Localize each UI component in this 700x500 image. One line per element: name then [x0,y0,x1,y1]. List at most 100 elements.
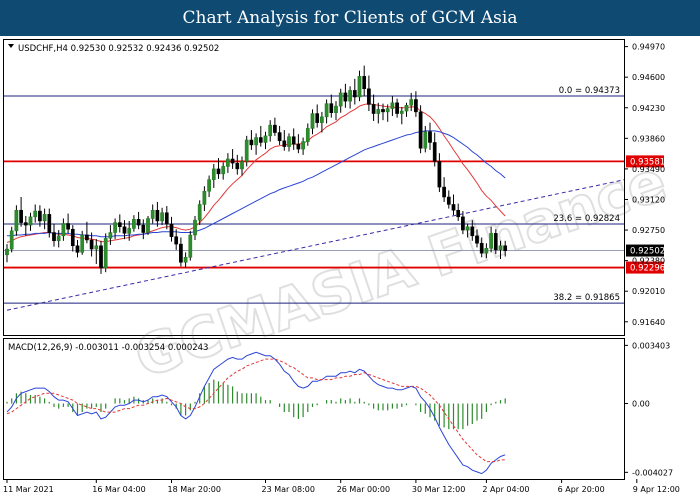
time-tick-label: 11 Mar 2021 [3,485,54,494]
candle-body [258,137,263,143]
candle-body [338,92,343,107]
candle-body [28,216,33,226]
candle-body [19,209,23,223]
candle-body [376,109,381,114]
price-tick-label: 0.91640 [632,318,665,327]
page-title: Chart Analysis for Clients of GCM Asia [182,8,518,28]
candle-body [254,137,258,146]
chart-svg: GCMASIA Finance USDCHF,H4 0.92530 0.9253… [3,39,680,494]
candle-body [399,110,404,114]
candle-body [9,230,14,250]
candle-body [94,245,99,250]
candle-body [475,235,479,244]
candle-body [85,234,89,241]
candle-body [207,179,211,192]
candle-body [80,234,85,253]
candle-body [282,140,287,147]
candle-body [89,239,94,250]
candle-body [352,90,357,98]
candle-body [66,223,70,230]
candle-body [287,136,291,147]
candle-body [432,142,437,162]
price-tick-label: 0.93860 [632,134,665,143]
candle-body [357,76,362,98]
candle-body [136,219,141,226]
macd-tick-label: 0.003403 [632,341,670,350]
macd-label: MACD(12,26,9) -0.003011 -0.003254 0.0002… [8,343,208,353]
candle-body [240,161,244,170]
candle-body [127,228,132,234]
candle-body [451,204,456,211]
candle-body [56,235,61,242]
candle-body [160,212,164,222]
candle-body [5,248,9,256]
candle-body [268,124,273,137]
candle-body [70,228,75,247]
fib-level-label: 38.2 = 0.91865 [553,293,620,303]
symbol-info: USDCHF,H4 0.92530 0.92532 0.92436 0.9250… [18,44,219,54]
candle-body [320,116,324,123]
candle-body [230,158,235,164]
chart-area: GCMASIA Finance USDCHF,H4 0.92530 0.9253… [0,36,700,500]
header-bar: Chart Analysis for Clients of GCM Asia [0,0,700,36]
macd-layer [6,351,506,475]
time-tick-label: 2 Apr 04:00 [482,485,529,494]
time-tick-label: 16 Mar 04:00 [92,485,145,494]
candle-body [315,113,320,123]
candle-body [263,135,268,143]
collapse-triangle-icon[interactable] [8,44,14,48]
candle-body [371,104,376,114]
candle-body [428,131,432,143]
price-tick-label: 0.92750 [632,226,665,235]
candle-body [14,209,19,232]
candle-body [273,124,277,133]
candle-body [503,245,508,251]
time-tick-label: 26 Mar 00:00 [337,485,390,494]
candle-body [442,186,446,198]
candle-body [155,209,160,222]
candle-body [221,166,226,175]
candle-body [498,245,503,251]
candle-body [465,226,470,231]
candle-body [235,162,240,170]
candle-body [362,76,367,90]
candle-body [296,143,301,150]
candle-body [179,243,183,263]
candle-body [146,218,150,233]
candle-body [75,245,80,253]
candle-body [291,136,296,145]
candle-body [193,219,197,236]
candle-body [188,234,193,258]
candle-body [381,109,385,113]
time-tick-label: 30 Mar 12:00 [412,485,465,494]
candle-body [202,190,207,205]
candle-body [47,214,52,233]
candle-body [164,212,169,225]
candle-body [484,247,489,254]
candle-body [99,245,103,269]
macd-tick-label: -0.004027 [632,468,673,477]
macd-axis: 0.003403 0.00 -0.004027 [624,341,673,477]
candle-body [437,161,442,188]
price-tick-label: 0.94970 [632,43,665,52]
candle-body [446,196,451,205]
time-tick-label: 18 Mar 20:00 [168,485,221,494]
candle-body [61,223,66,237]
candle-body [489,233,493,249]
fib-level-label: 23.6 = 0.92824 [553,214,620,224]
candle-body [174,236,179,245]
candle-body [310,113,315,129]
candle-body [23,222,28,226]
candle-body [479,243,484,254]
candle-body [226,158,230,167]
price-tick-label: 0.92010 [632,287,665,296]
candle-body [38,210,42,222]
candle-body [404,105,409,112]
candle-body [456,209,461,218]
candle-body [409,99,414,106]
candle-body [423,131,428,149]
candle-body [461,216,465,231]
candle-body [395,102,399,114]
macd-tick-label: 0.00 [632,400,650,409]
time-tick-label: 9 Apr 12:00 [633,485,680,494]
